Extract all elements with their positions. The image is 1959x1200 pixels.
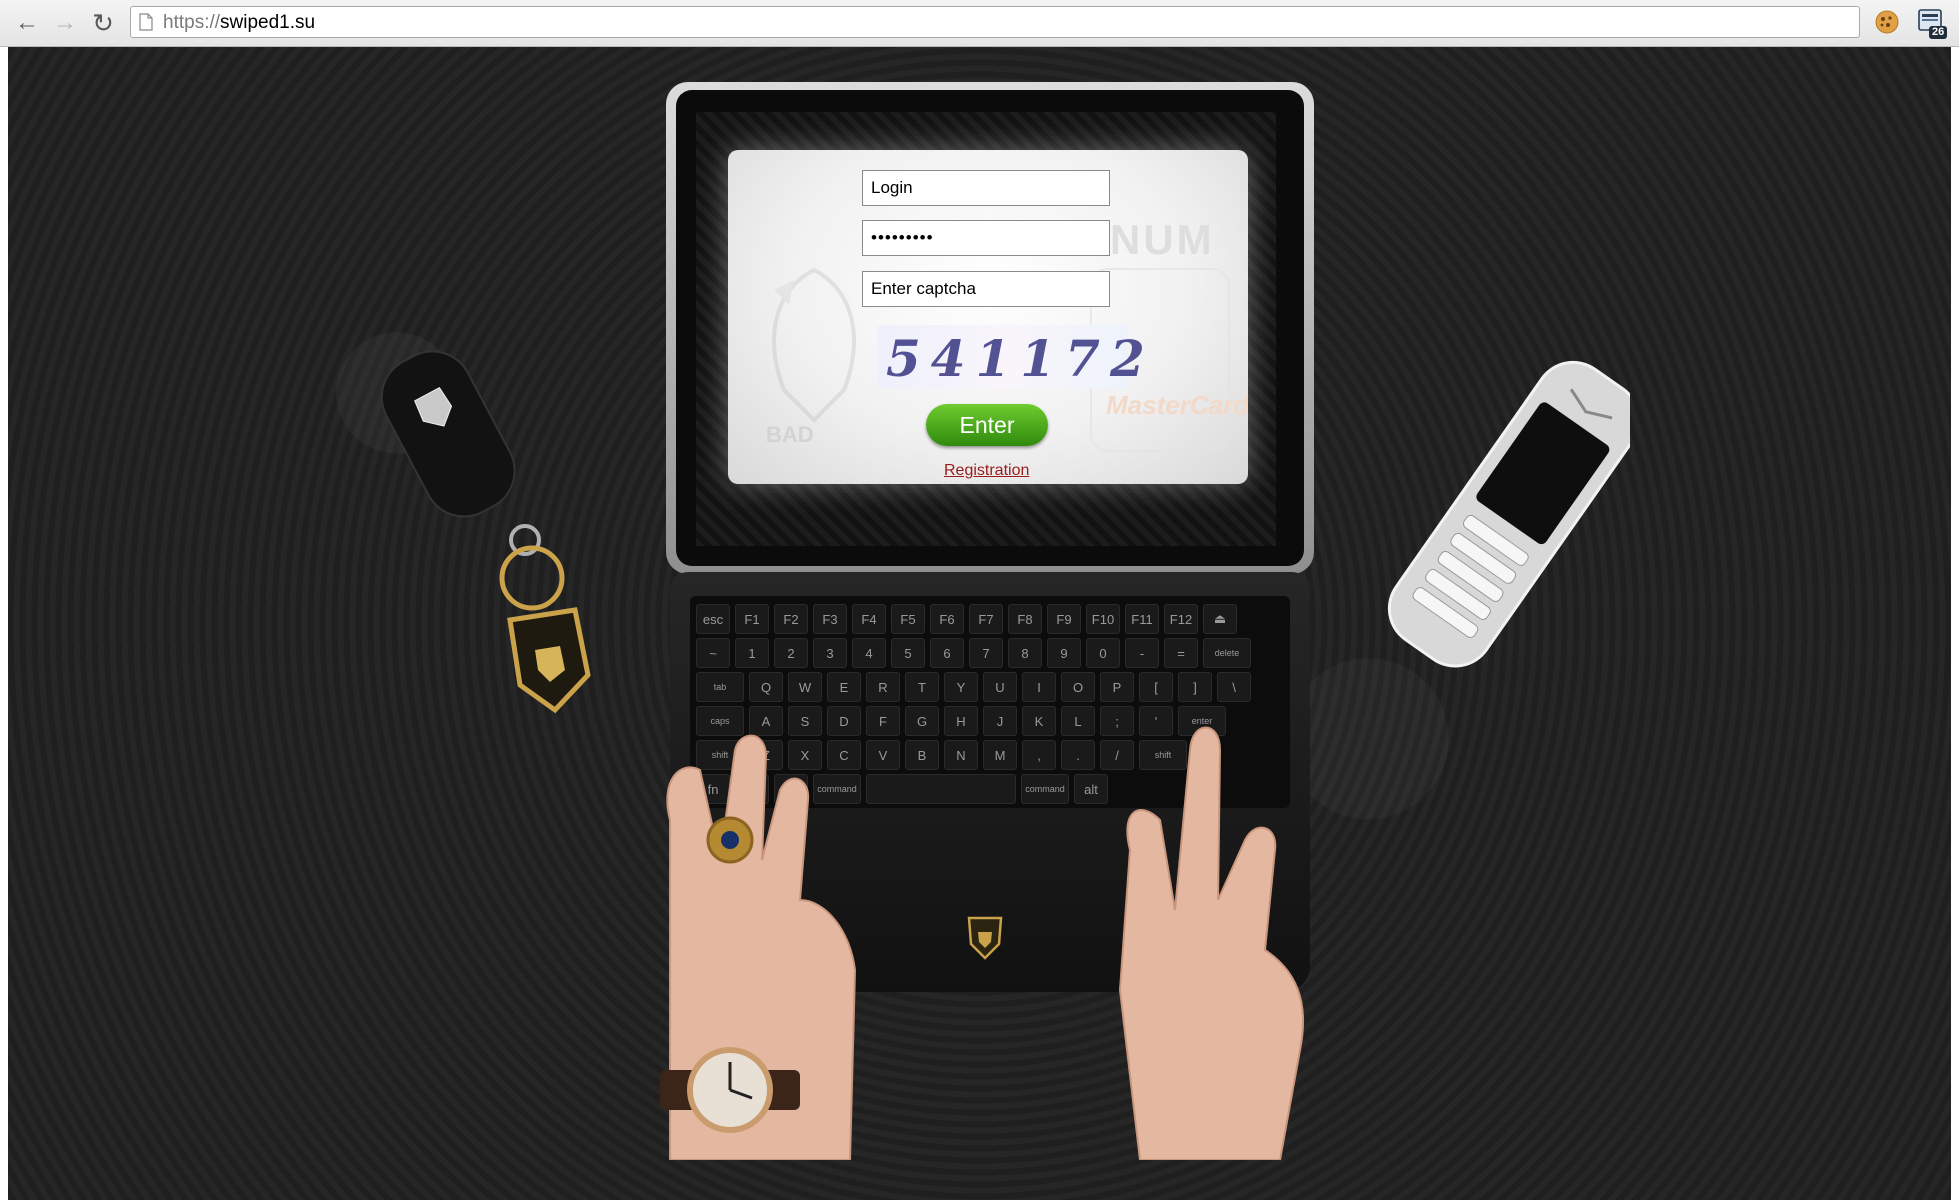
keyboard-row: esc F1 F2 F3 F4 F5 F6 F7 F8 F9 F10 F11 F12 ⏏ xyxy=(696,604,1237,636)
keyboard-key: 0 xyxy=(1086,638,1120,668)
keyboard-key: F2 xyxy=(774,604,808,634)
keyboard-key xyxy=(866,774,1016,804)
keyboard-key: ⏏ xyxy=(1203,604,1237,634)
keyboard-key: 7 xyxy=(969,638,1003,668)
keyboard-key: 8 xyxy=(1008,638,1042,668)
keyboard-key: J xyxy=(983,706,1017,736)
keyboard-key: F6 xyxy=(930,604,964,634)
keyboard-key: = xyxy=(1164,638,1198,668)
keyboard-key: 1 xyxy=(735,638,769,668)
url-text: https://swiped1.su xyxy=(163,12,316,33)
keyboard-key: H xyxy=(944,706,978,736)
keyboard-key: esc xyxy=(696,604,730,634)
keyboard-key: F12 xyxy=(1164,604,1198,634)
keyboard-key: F1 xyxy=(735,604,769,634)
browser-toolbar: ← → ↻ https://swiped1.su 26 xyxy=(0,0,1959,47)
keyboard-key: Q xyxy=(749,672,783,702)
keyboard-key: K xyxy=(1022,706,1056,736)
password-field[interactable]: ••••••••• xyxy=(862,220,1110,256)
keyboard-key: F4 xyxy=(852,604,886,634)
keyboard-key: F5 xyxy=(891,604,925,634)
keyboard-key: M xyxy=(983,740,1017,770)
keyboard-key: F9 xyxy=(1047,604,1081,634)
crest-watermark xyxy=(772,267,856,423)
keyboard-row: ~1 2 3 4 5 6 7 8 9 0- = delete xyxy=(696,638,1251,670)
extension-badge: 26 xyxy=(1929,26,1948,39)
login-panel: BAD NUM MasterCard Login ••••••••• Enter… xyxy=(728,150,1248,484)
keyboard-key: ~ xyxy=(696,638,730,668)
keyboard-key: F7 xyxy=(969,604,1003,634)
keyboard-key: command xyxy=(1021,774,1069,804)
keyboard-key: E xyxy=(827,672,861,702)
card-watermark-text: NUM xyxy=(1110,216,1215,263)
keyboard-key: 4 xyxy=(852,638,886,668)
keyboard-key: N xyxy=(944,740,978,770)
right-hand-image xyxy=(1118,726,1305,1160)
keyboard-key: F3 xyxy=(813,604,847,634)
keyboard-key: F11 xyxy=(1125,604,1159,634)
keyboard-key: I xyxy=(1022,672,1056,702)
wristwatch-image xyxy=(660,1047,800,1133)
login-field[interactable]: Login xyxy=(862,170,1110,206)
keyboard-key: G xyxy=(905,706,939,736)
keyboard-key: U xyxy=(983,672,1017,702)
registration-link[interactable]: Registration xyxy=(944,462,1029,480)
crest-text: BAD xyxy=(766,422,814,447)
keyboard-key: 6 xyxy=(930,638,964,668)
back-arrow-icon[interactable]: ← xyxy=(10,6,44,40)
page-icon xyxy=(139,13,153,31)
keyboard-key: R xyxy=(866,672,900,702)
keyboard-key: 3 xyxy=(813,638,847,668)
keyboard-key: 5 xyxy=(891,638,925,668)
keyboard-key: F8 xyxy=(1008,604,1042,634)
keyboard-key: F10 xyxy=(1086,604,1120,634)
keyboard-key: T xyxy=(905,672,939,702)
bull-logo-icon xyxy=(967,916,1003,960)
captcha-field[interactable]: Enter captcha xyxy=(862,271,1110,307)
keyboard-key: delete xyxy=(1203,638,1251,668)
keyboard-key: 9 xyxy=(1047,638,1081,668)
cookie-icon[interactable] xyxy=(1874,9,1900,35)
enter-button[interactable]: Enter xyxy=(926,404,1048,446)
keyboard-key: tab xyxy=(696,672,744,702)
reload-icon[interactable]: ↻ xyxy=(86,6,120,40)
keyboard-key: 2 xyxy=(774,638,808,668)
keyboard-key: Y xyxy=(944,672,978,702)
mobile-phone-image xyxy=(1387,360,1630,668)
keyboard-key: W xyxy=(788,672,822,702)
keyboard-key: B xyxy=(905,740,939,770)
car-key-image xyxy=(380,350,591,714)
card-brand-text: MasterCard xyxy=(1106,390,1248,420)
address-bar[interactable]: https://swiped1.su xyxy=(130,6,1860,38)
forward-arrow-icon[interactable]: → xyxy=(48,6,82,40)
captcha-code: 541172 xyxy=(886,329,1155,388)
keyboard-key: , xyxy=(1022,740,1056,770)
keyboard-key: - xyxy=(1125,638,1159,668)
captcha-image: 541172 xyxy=(878,325,1145,389)
